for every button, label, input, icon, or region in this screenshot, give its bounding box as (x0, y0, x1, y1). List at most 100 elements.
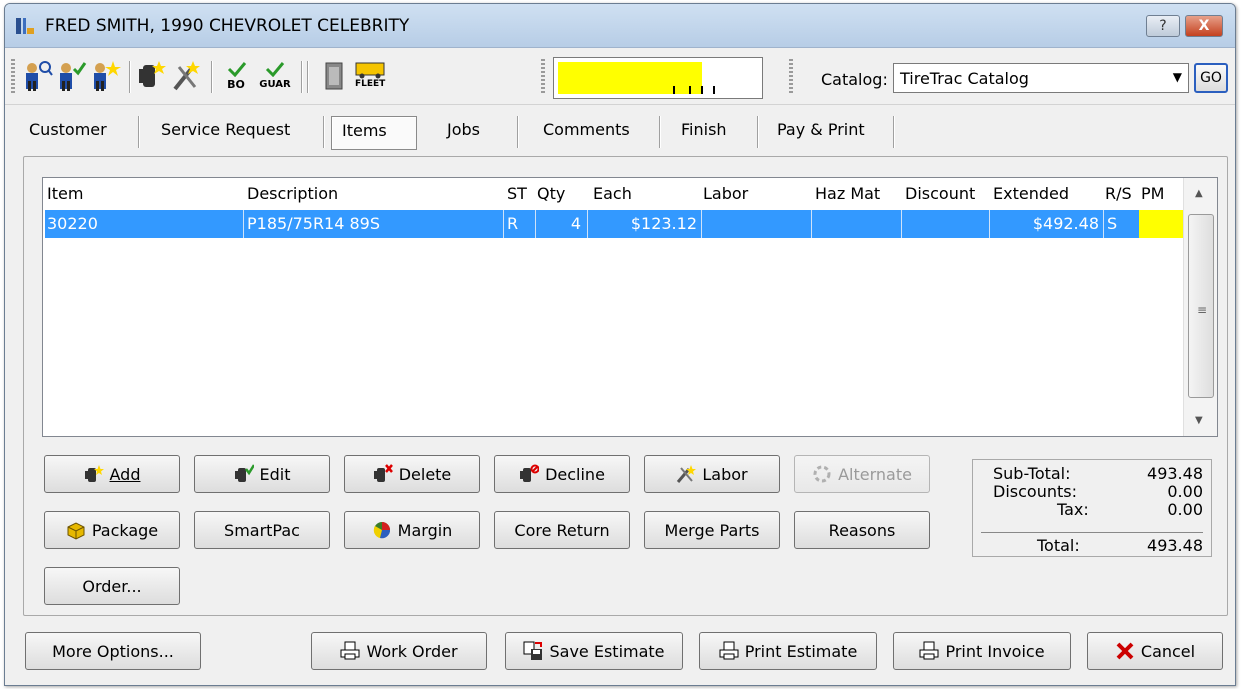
smartpac-button[interactable]: SmartPac (194, 511, 330, 549)
delete-button[interactable]: Delete (344, 455, 480, 493)
labor-label: Labor (702, 464, 748, 484)
toolbar-separator (211, 61, 213, 93)
items-panel: Item Description ST Qty Each Labor Haz M… (23, 156, 1228, 616)
work-order-button[interactable]: Work Order (311, 632, 487, 670)
customer-add-icon[interactable] (91, 59, 121, 93)
merge-parts-button[interactable]: Merge Parts (644, 511, 780, 549)
column-header-st[interactable]: ST (507, 184, 527, 203)
package-button[interactable]: Package (44, 511, 180, 549)
cancel-button[interactable]: Cancel (1087, 632, 1223, 670)
column-header-description[interactable]: Description (247, 184, 338, 203)
margin-label: Margin (397, 520, 453, 540)
backorder-button[interactable]: BO (221, 59, 251, 93)
cell-divider (901, 210, 902, 238)
add-button[interactable]: Add (44, 455, 180, 493)
catalog-value: TireTrac Catalog (900, 69, 1029, 88)
printer-icon (340, 641, 360, 660)
customer-check-icon[interactable] (57, 59, 87, 93)
app-icon (16, 18, 34, 34)
totals-divider (981, 532, 1203, 533)
fleet-button[interactable]: FLEET (353, 59, 387, 93)
item-add-icon[interactable] (137, 59, 167, 93)
items-table[interactable]: Item Description ST Qty Each Labor Haz M… (42, 177, 1218, 437)
document-icon[interactable] (319, 59, 349, 93)
tab-customer[interactable]: Customer (19, 116, 117, 150)
labor-icon (677, 465, 697, 483)
column-header-labor[interactable]: Labor (703, 184, 748, 203)
package-label: Package (91, 520, 159, 540)
save-estimate-button[interactable]: Save Estimate (505, 632, 683, 670)
save-estimate-label: Save Estimate (549, 641, 665, 661)
close-button[interactable]: X (1185, 15, 1223, 37)
guarantee-icon (265, 62, 285, 77)
column-header-rs[interactable]: R/S (1105, 184, 1132, 203)
labor-button[interactable]: Labor (644, 455, 780, 493)
toolbar-grip[interactable] (789, 59, 793, 93)
decline-label: Decline (545, 464, 605, 484)
gauge-ticks (673, 86, 715, 94)
column-header-each[interactable]: Each (593, 184, 632, 203)
cell-divider (587, 210, 588, 238)
column-header-pm[interactable]: PM (1141, 184, 1164, 203)
grip-icon: ≡ (1197, 303, 1208, 317)
column-header-discount[interactable]: Discount (905, 184, 975, 203)
tax-label: Tax: (1057, 500, 1089, 519)
tab-separator (138, 116, 140, 148)
alternate-button[interactable]: Alternate (794, 455, 930, 493)
total-value: 493.48 (1147, 536, 1203, 555)
tab-comments[interactable]: Comments (533, 116, 640, 150)
toolbar-separator (301, 61, 303, 93)
column-header-haz-mat[interactable]: Haz Mat (815, 184, 880, 203)
column-header-qty[interactable]: Qty (537, 184, 565, 203)
tab-separator (893, 116, 895, 148)
cell-divider (535, 210, 536, 238)
column-header-extended[interactable]: Extended (993, 184, 1069, 203)
toolbar-grip[interactable] (541, 59, 545, 93)
add-label: Add (109, 464, 141, 484)
cell-divider (1103, 210, 1104, 238)
catalog-dropdown[interactable]: TireTrac Catalog ▼ (893, 63, 1189, 93)
scroll-down-icon[interactable]: ▼ (1195, 415, 1203, 426)
tab-service-request[interactable]: Service Request (151, 116, 300, 150)
table-scrollbar[interactable]: ▲ ≡ ▼ (1183, 178, 1217, 436)
scroll-up-icon[interactable]: ▲ (1195, 188, 1203, 199)
table-header: Item Description ST Qty Each Labor Haz M… (43, 178, 1217, 208)
scroll-thumb[interactable]: ≡ (1188, 214, 1214, 398)
toolbar-grip[interactable] (11, 59, 15, 93)
tab-items[interactable]: Items (331, 116, 417, 150)
print-estimate-button[interactable]: Print Estimate (699, 632, 877, 670)
backorder-icon (227, 62, 247, 77)
cell-divider (989, 210, 990, 238)
printer-icon (919, 641, 939, 660)
column-header-item[interactable]: Item (47, 184, 83, 203)
decline-button[interactable]: Decline (494, 455, 630, 493)
subtotal-value: 493.48 (1147, 464, 1203, 483)
reasons-button[interactable]: Reasons (794, 511, 930, 549)
catalog-label: Catalog: (821, 70, 888, 89)
customer-lookup-icon[interactable] (23, 59, 53, 93)
window-title: FRED SMITH, 1990 CHEVROLET CELEBRITY (45, 16, 410, 36)
help-button[interactable]: ? (1146, 15, 1180, 37)
edit-label: Edit (259, 464, 291, 484)
core-return-button[interactable]: Core Return (494, 511, 630, 549)
tab-separator (659, 116, 661, 148)
cell-st: R (507, 214, 519, 233)
save-estimate-icon (523, 641, 543, 660)
labor-icon[interactable] (171, 59, 201, 93)
go-button[interactable]: GO (1194, 63, 1228, 93)
tab-jobs[interactable]: Jobs (437, 116, 490, 150)
margin-button[interactable]: Margin (344, 511, 480, 549)
table-row[interactable]: 30220 P185/75R14 89S R 4 $123.12 $492.48… (45, 210, 1183, 238)
edit-button[interactable]: Edit (194, 455, 330, 493)
guarantee-button[interactable]: GUAR (257, 59, 293, 93)
print-invoice-button[interactable]: Print Invoice (893, 632, 1071, 670)
toolbar: BO GUAR FLEET Catalog: TireTrac Catalog … (5, 49, 1235, 105)
order-button[interactable]: Order... (44, 567, 180, 605)
more-options-button[interactable]: More Options... (25, 632, 201, 670)
delete-label: Delete (398, 464, 452, 484)
cell-pm (1139, 210, 1183, 238)
alternate-label: Alternate (838, 464, 912, 484)
item-delete-icon (373, 464, 393, 482)
tab-finish[interactable]: Finish (671, 116, 737, 150)
tab-pay-print[interactable]: Pay & Print (767, 116, 875, 150)
